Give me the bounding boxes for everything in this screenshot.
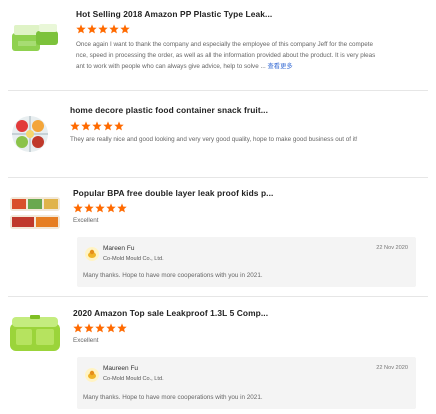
reply-text: Many thanks. Hope to have more cooperati… <box>83 272 263 279</box>
rating-stars <box>76 24 130 35</box>
review-text-line: ant to work with people who can always g… <box>76 61 293 73</box>
star-icon <box>114 121 124 131</box>
star-icon <box>95 323 105 333</box>
reply-date: 22 Nov 2020 <box>376 365 408 371</box>
seller-name: Mareen Fu <box>103 245 135 252</box>
star-icon <box>73 323 83 333</box>
product-image[interactable] <box>6 307 64 359</box>
seller-avatar <box>85 368 99 382</box>
product-image[interactable] <box>6 187 64 239</box>
divider <box>8 90 428 91</box>
star-icon <box>120 24 130 34</box>
review-item: Hot Selling 2018 Amazon PP Plastic Type … <box>0 0 436 88</box>
rating-stars <box>73 323 127 334</box>
divider <box>8 296 428 297</box>
star-icon <box>95 203 105 213</box>
review-item: home decore plastic food container snack… <box>0 92 436 172</box>
star-icon <box>103 121 113 131</box>
product-title[interactable]: 2020 Amazon Top sale Leakproof 1.3L 5 Co… <box>73 308 268 318</box>
star-icon <box>117 203 127 213</box>
star-icon <box>98 24 108 34</box>
star-icon <box>117 323 127 333</box>
seller-name: Maureen Fu <box>103 365 139 372</box>
product-title[interactable]: Hot Selling 2018 Amazon PP Plastic Type … <box>76 9 272 19</box>
review-text-line: They are really nice and good looking an… <box>70 136 358 143</box>
seller-reply: Maureen Fu Co-Mold Mould Co., Ltd. 22 No… <box>77 357 416 409</box>
review-text-line: Excellent <box>73 337 99 344</box>
star-icon <box>73 203 83 213</box>
seller-company: Co-Mold Mould Co., Ltd. <box>103 256 164 262</box>
star-icon <box>106 203 116 213</box>
star-icon <box>70 121 80 131</box>
star-icon <box>81 121 91 131</box>
star-icon <box>106 323 116 333</box>
star-icon <box>76 24 86 34</box>
star-icon <box>87 24 97 34</box>
rating-stars <box>70 121 124 132</box>
reply-date: 22 Nov 2020 <box>376 245 408 251</box>
star-icon <box>109 24 119 34</box>
review-item: Popular BPA free double layer leak proof… <box>0 180 436 292</box>
review-text-tail: ant to work with people who can always g… <box>76 63 266 70</box>
star-icon <box>92 121 102 131</box>
seller-avatar <box>85 247 99 261</box>
rating-stars <box>73 203 127 214</box>
review-item: 2020 Amazon Top sale Leakproof 1.3L 5 Co… <box>0 298 436 414</box>
star-icon <box>84 323 94 333</box>
product-image[interactable] <box>6 11 64 63</box>
product-title[interactable]: Popular BPA free double layer leak proof… <box>73 188 273 198</box>
review-text-line: Excellent <box>73 217 99 224</box>
product-title[interactable]: home decore plastic food container snack… <box>70 105 268 115</box>
reply-text: Many thanks. Hope to have more cooperati… <box>83 394 263 401</box>
seller-company: Co-Mold Mould Co., Ltd. <box>103 376 164 382</box>
seller-reply: Mareen Fu Co-Mold Mould Co., Ltd. 22 Nov… <box>77 237 416 287</box>
see-more-link[interactable]: 查看更多 <box>267 63 292 70</box>
divider <box>8 177 428 178</box>
star-icon <box>84 203 94 213</box>
product-image[interactable] <box>6 106 64 158</box>
